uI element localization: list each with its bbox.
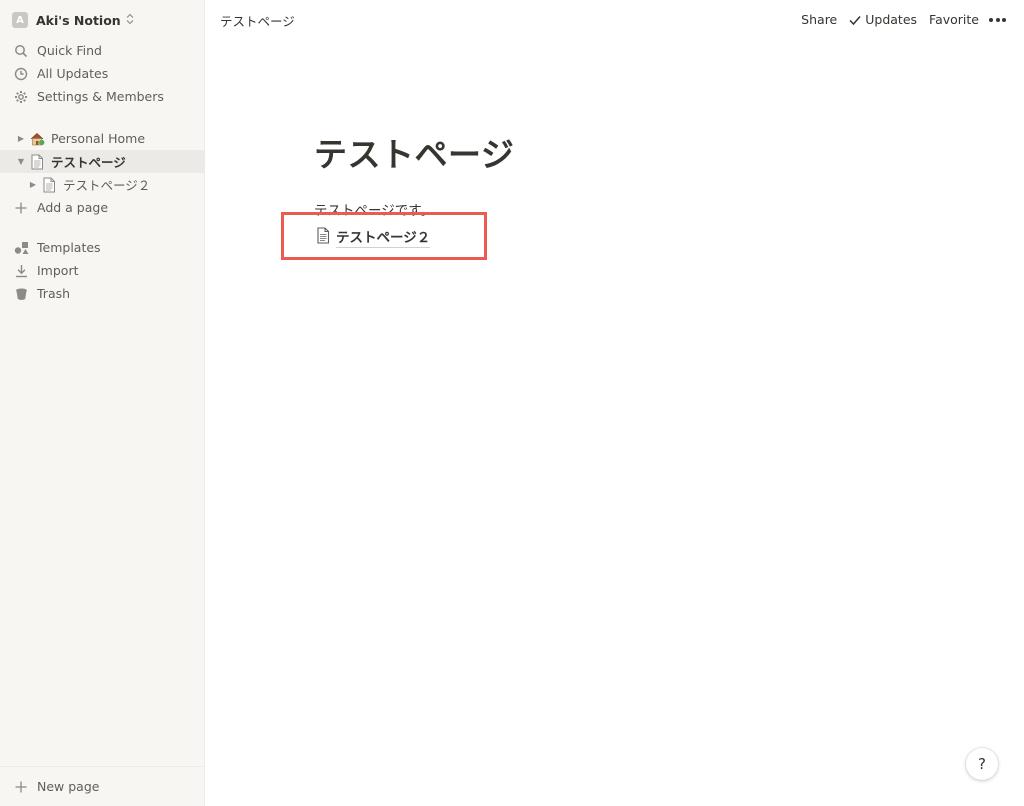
check-icon <box>849 15 861 25</box>
topbar: テストページ Share Updates Favorite <box>205 0 1024 40</box>
shapes-icon <box>12 239 30 257</box>
page-text-block[interactable]: テストページです。 <box>314 199 434 219</box>
caret-right-icon[interactable]: ▶ <box>14 134 28 143</box>
sidebar-item-label: Quick Find <box>37 43 102 58</box>
sidebar-page-test-page[interactable]: ▼ テストページ <box>0 150 205 173</box>
page-icon <box>28 153 46 171</box>
caret-down-icon[interactable]: ▼ <box>14 157 28 166</box>
sidebar-item-label: Settings & Members <box>37 89 164 104</box>
trash-icon <box>12 285 30 303</box>
sidebar-item-label: Personal Home <box>51 131 146 146</box>
sidebar: A Aki's Notion Quick Find All Updates Se… <box>0 0 205 806</box>
sidebar-item-label: All Updates <box>37 66 109 81</box>
workspace-switcher[interactable]: A Aki's Notion <box>12 9 134 31</box>
help-button[interactable]: ? <box>966 748 998 780</box>
gear-icon <box>12 88 30 106</box>
plus-icon <box>12 199 30 217</box>
sidebar-item-templates[interactable]: Templates <box>0 236 205 259</box>
sidebar-item-label: Import <box>37 263 79 278</box>
sidebar-page-personal-home[interactable]: ▶ Personal Home <box>0 127 205 150</box>
plus-icon <box>12 778 30 796</box>
sidebar-item-label: Trash <box>37 286 71 301</box>
favorite-button[interactable]: Favorite <box>923 10 985 29</box>
page-icon <box>40 176 58 194</box>
sidebar-page-test-page-2[interactable]: ▶ テストページ２ <box>0 173 205 196</box>
sidebar-item-settings[interactable]: Settings & Members <box>0 85 205 108</box>
updates-label: Updates <box>865 12 918 27</box>
sidebar-item-label: テストページ２ <box>63 178 151 193</box>
caret-right-icon[interactable]: ▶ <box>26 180 40 189</box>
page-icon <box>316 226 330 248</box>
sidebar-item-import[interactable]: Import <box>0 259 205 282</box>
chevron-updown-icon <box>126 13 134 28</box>
sidebar-item-label: テストページ <box>51 155 126 170</box>
top-actions: Share Updates Favorite <box>795 10 1010 29</box>
page-title[interactable]: テストページ <box>314 128 514 176</box>
search-icon <box>12 42 30 60</box>
download-icon <box>12 262 30 280</box>
house-emoji-icon <box>28 130 46 148</box>
sidebar-item-quick-find[interactable]: Quick Find <box>0 39 205 62</box>
sidebar-item-label: Templates <box>37 240 101 255</box>
breadcrumb[interactable]: テストページ <box>220 11 295 30</box>
subpage-link[interactable]: テストページ２ <box>316 226 431 248</box>
sidebar-item-label: New page <box>37 779 100 794</box>
updates-button[interactable]: Updates <box>843 10 923 29</box>
more-options-icon[interactable] <box>985 16 1010 24</box>
clock-icon <box>12 65 30 83</box>
add-page-button[interactable]: Add a page <box>0 196 205 219</box>
subpage-link-label: テストページ２ <box>336 226 431 248</box>
workspace-name: Aki's Notion <box>36 12 121 28</box>
workspace-avatar: A <box>12 12 28 28</box>
sidebar-item-trash[interactable]: Trash <box>0 282 205 305</box>
sidebar-footer: New page <box>0 766 205 806</box>
sidebar-item-all-updates[interactable]: All Updates <box>0 62 205 85</box>
new-page-button[interactable]: New page <box>0 775 205 798</box>
sidebar-item-label: Add a page <box>37 200 109 215</box>
share-button[interactable]: Share <box>795 10 843 29</box>
